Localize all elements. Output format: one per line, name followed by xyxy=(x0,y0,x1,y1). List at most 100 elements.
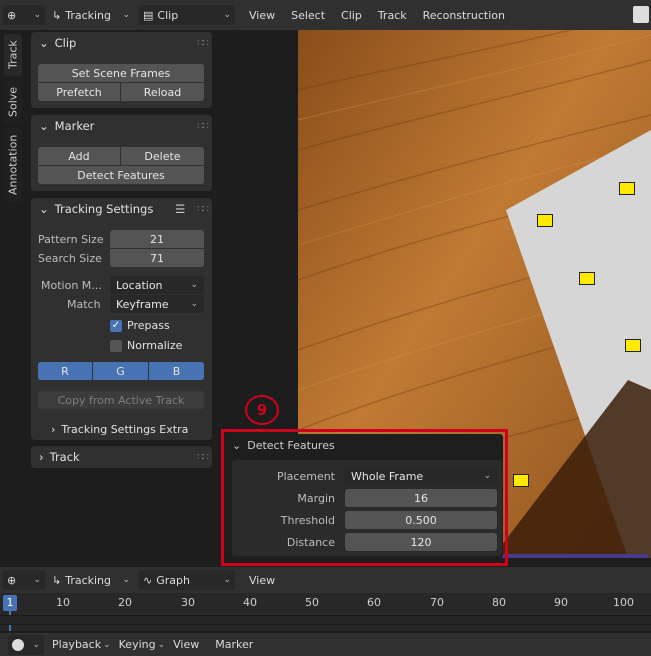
subpanel-title: Tracking Settings Extra xyxy=(61,423,189,436)
margin-field[interactable]: 16 xyxy=(345,489,497,507)
drag-grip-icon[interactable]: ∷∷ xyxy=(197,121,209,132)
menu-view[interactable]: View xyxy=(241,9,283,22)
chevron-down-icon: ⌄ xyxy=(223,575,231,585)
menu-keying[interactable]: Keying xyxy=(111,638,164,651)
prepass-checkbox[interactable]: ✓ Prepass xyxy=(110,319,170,332)
prefetch-button[interactable]: Prefetch xyxy=(38,83,120,101)
marker-panel-header[interactable]: ⌄ Marker ∷∷ xyxy=(31,115,212,137)
track-marker-icon[interactable] xyxy=(537,214,553,227)
chevron-down-icon: ⌄ xyxy=(483,471,491,481)
match-label: Match xyxy=(67,298,101,311)
popup-title: Detect Features xyxy=(247,439,335,452)
delete-marker-button[interactable]: Delete xyxy=(121,147,204,165)
match-value: Keyframe xyxy=(116,297,169,311)
chevron-down-icon: ⌄ xyxy=(39,119,49,133)
menu-marker[interactable]: Marker xyxy=(207,638,261,651)
copy-from-active-track-button[interactable]: Copy from Active Track xyxy=(38,391,204,409)
drag-grip-icon[interactable]: ∷∷ xyxy=(197,452,209,463)
clapperboard-icon: ▤ xyxy=(143,8,154,22)
tracking-settings-header[interactable]: ⌄ Tracking Settings ☰ ∷∷ xyxy=(31,198,212,220)
detect-features-button[interactable]: Detect Features xyxy=(38,166,204,184)
chevron-down-icon: ⌄ xyxy=(39,202,49,216)
track-marker-icon[interactable] xyxy=(579,272,595,285)
margin-label: Margin xyxy=(297,492,335,505)
editor-type-dropdown[interactable]: ⊕ ⌄ xyxy=(3,570,45,590)
set-scene-frames-button[interactable]: Set Scene Frames xyxy=(38,64,204,82)
tracking-settings-panel: ⌄ Tracking Settings ☰ ∷∷ Pattern Size 21… xyxy=(31,198,212,440)
channel-r-toggle[interactable]: R xyxy=(38,362,92,380)
frame-tick-label: 100 xyxy=(613,596,634,609)
editor-type-dropdown[interactable]: ⌄ xyxy=(8,634,44,655)
menu-track[interactable]: Track xyxy=(370,9,415,22)
normalize-label: Normalize xyxy=(127,339,183,352)
track-marker-icon[interactable] xyxy=(619,182,635,195)
graph-icon: ∿ xyxy=(143,573,153,587)
chevron-down-icon: ⌄ xyxy=(33,575,41,585)
motion-model-dropdown[interactable]: Location ⌄ xyxy=(110,276,204,294)
frame-tick-label: 40 xyxy=(243,596,257,609)
distance-field[interactable]: 120 xyxy=(345,533,497,551)
frame-tick-label: 90 xyxy=(554,596,568,609)
menu-reconstruction[interactable]: Reconstruction xyxy=(415,9,513,22)
tab-solve[interactable]: Solve xyxy=(4,80,22,124)
timeline-area[interactable]: 1 10 20 30 40 50 60 70 80 90 100 xyxy=(0,593,651,631)
drag-grip-icon[interactable]: ∷∷ xyxy=(197,38,209,49)
current-frame-indicator[interactable]: 1 xyxy=(3,595,17,611)
clock-icon xyxy=(12,638,24,651)
menu-view[interactable]: View xyxy=(241,574,283,587)
clip-panel-header[interactable]: ⌄ Clip ∷∷ xyxy=(31,32,212,54)
timeline-scrollbar[interactable] xyxy=(0,615,651,625)
display-icon[interactable] xyxy=(633,6,649,23)
pattern-size-field[interactable]: 21 xyxy=(110,230,204,248)
chevron-down-icon: ⌄ xyxy=(33,10,41,20)
chevron-down-icon: ⌄ xyxy=(122,575,130,585)
step-number-badge: 9 xyxy=(245,395,279,425)
crosshair-icon: ⊕ xyxy=(7,573,17,587)
clip-dropdown[interactable]: ▤ Clip ⌄ xyxy=(139,5,235,25)
placement-value: Whole Frame xyxy=(351,469,424,483)
track-marker-icon[interactable] xyxy=(625,339,641,352)
tracking-settings-extra-subpanel[interactable]: › Tracking Settings Extra xyxy=(51,423,188,436)
header-menus: View Select Clip Track Reconstruction xyxy=(241,9,513,22)
graph-mode-dropdown[interactable]: ↳ Tracking ⌄ xyxy=(48,570,134,590)
checkmark-icon: ✓ xyxy=(110,319,122,332)
view-type-label: Graph xyxy=(156,573,190,587)
view-type-dropdown[interactable]: ∿ Graph ⌄ xyxy=(139,570,235,590)
track-panel-header[interactable]: › Track ∷∷ xyxy=(31,446,212,468)
chevron-down-icon: ⌄ xyxy=(103,639,111,650)
tab-annotation[interactable]: Annotation xyxy=(4,128,22,202)
chevron-down-icon: ⌄ xyxy=(190,280,198,290)
tab-track[interactable]: Track xyxy=(4,34,22,76)
mode-dropdown[interactable]: ↳ Tracking ⌄ xyxy=(48,5,134,25)
chevron-down-icon: ⌄ xyxy=(232,439,242,452)
tab-track-label: Track xyxy=(6,40,20,70)
popup-header[interactable]: ⌄ Detect Features xyxy=(232,439,335,452)
normalize-checkbox[interactable]: Normalize xyxy=(110,339,182,352)
placement-dropdown[interactable]: Whole Frame ⌄ xyxy=(345,467,497,485)
match-dropdown[interactable]: Keyframe ⌄ xyxy=(110,295,204,313)
panel-title: Track xyxy=(49,450,80,464)
chevron-down-icon: ⌄ xyxy=(39,36,49,50)
reload-button[interactable]: Reload xyxy=(121,83,204,101)
menu-select[interactable]: Select xyxy=(283,9,333,22)
menu-view[interactable]: View xyxy=(165,638,207,651)
menu-clip[interactable]: Clip xyxy=(333,9,370,22)
search-size-label: Search Size xyxy=(38,252,102,265)
track-marker-icon[interactable] xyxy=(513,474,529,487)
channel-g-toggle[interactable]: G xyxy=(93,362,148,380)
drag-grip-icon[interactable]: ∷∷ xyxy=(197,204,209,215)
chevron-right-icon: › xyxy=(51,423,56,436)
presets-list-icon[interactable]: ☰ xyxy=(175,202,185,216)
track-panel: › Track ∷∷ xyxy=(31,446,212,468)
threshold-field[interactable]: 0.500 xyxy=(345,511,497,529)
frame-tick-label: 70 xyxy=(430,596,444,609)
marker-panel: ⌄ Marker ∷∷ Add Delete Detect Features xyxy=(31,115,212,191)
channel-b-toggle[interactable]: B xyxy=(149,362,204,380)
chevron-down-icon: ⌄ xyxy=(157,639,166,650)
tracking-icon: ↳ xyxy=(52,8,62,22)
menu-playback[interactable]: Playback xyxy=(44,638,109,651)
add-marker-button[interactable]: Add xyxy=(38,147,120,165)
detect-features-popup: ⌄ Detect Features Placement Whole Frame ⌄… xyxy=(226,434,503,558)
editor-type-dropdown[interactable]: ⊕ ⌄ xyxy=(3,5,45,25)
search-size-field[interactable]: 71 xyxy=(110,249,204,267)
